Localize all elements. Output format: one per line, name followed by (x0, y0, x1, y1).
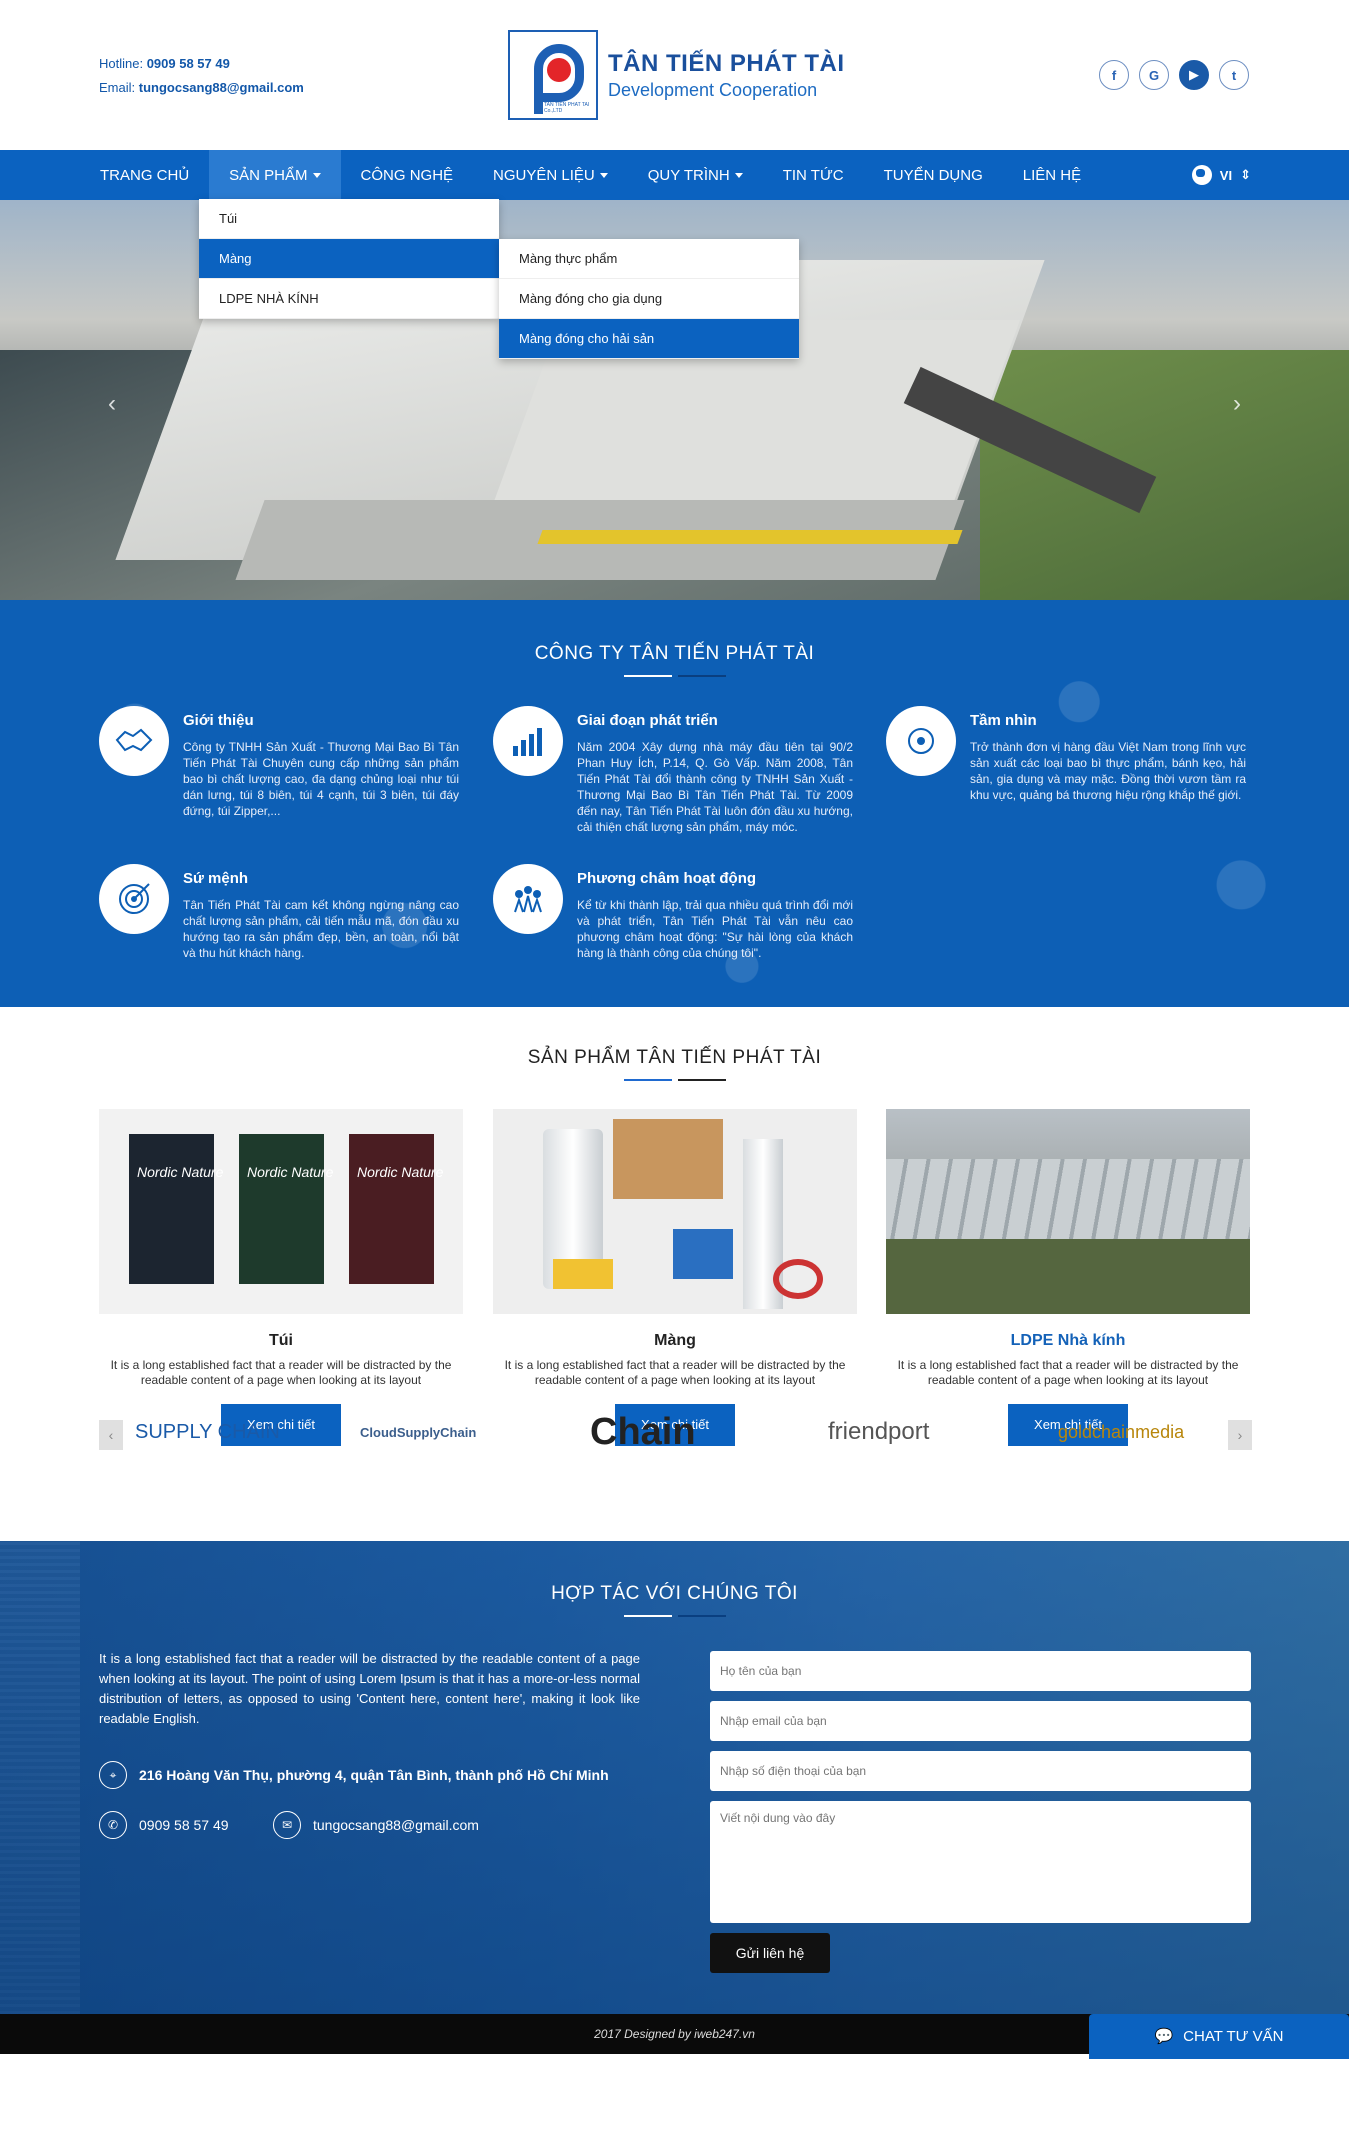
contact-form: Gửi liên hệ (710, 1651, 1251, 1973)
logo-mark: TAN TIEN PHAT TAI Co.,LTD (508, 30, 598, 120)
partner-logo-goldchainmedia[interactable]: goldchainmedia (1058, 1397, 1184, 1467)
products-section: SẢN PHẨM TÂN TIẾN PHÁT TÀI Nordic Nature… (0, 1007, 1349, 1446)
chat-button[interactable]: 💬 CHAT TƯ VẤN (1089, 2014, 1349, 2059)
site-footer: 2017 Designed by iweb247.vn 💬 CHAT TƯ VẤ… (0, 2014, 1349, 2059)
about-motto: Phương châm hoạt động Kể từ khi thành lập… (493, 864, 853, 961)
slider-prev-icon[interactable]: ‹ (108, 390, 116, 418)
hotline-number[interactable]: 0909 58 57 49 (147, 56, 230, 71)
about-section: CÔNG TY TÂN TIẾN PHÁT TÀI Giới thiệu Công… (0, 600, 1349, 1007)
team-icon (493, 864, 563, 934)
subdropdown-item-food[interactable]: Màng thực phẩm (499, 239, 799, 279)
envelope-icon: ✉ (273, 1811, 301, 1839)
vision-icon (886, 706, 956, 776)
header-contact: Hotline: 0909 58 57 49 Email: tungocsang… (99, 56, 304, 95)
google-icon[interactable]: G (1139, 60, 1169, 90)
facebook-icon[interactable]: f (1099, 60, 1129, 90)
footer-credit: 2017 Designed by iweb247.vn (594, 2027, 755, 2041)
language-selector[interactable]: VI ⇕ (1191, 165, 1251, 185)
site-logo[interactable]: TAN TIEN PHAT TAI Co.,LTD TÂN TIẾN PHÁT … (508, 30, 845, 120)
products-dropdown: Túi Màng LDPE NHÀ KÍNH (199, 199, 499, 319)
twitter-icon[interactable]: t (1219, 60, 1249, 90)
nav-home[interactable]: TRANG CHỦ (80, 150, 209, 200)
mang-subdropdown: Màng thực phẩm Màng đóng cho gia dụng Mà… (499, 239, 799, 359)
product-name[interactable]: LDPE Nhà kính (886, 1332, 1250, 1350)
handshake-icon (99, 706, 169, 776)
product-image[interactable] (493, 1109, 857, 1314)
about-vision: Tầm nhìn Trở thành đơn vị hàng đầu Việt N… (886, 706, 1246, 803)
contact-section: HỢP TÁC VỚI CHÚNG TÔI It is a long estab… (0, 1541, 1349, 2014)
partner-logo-friendport[interactable]: friendport (828, 1397, 929, 1467)
phone-icon: ✆ (99, 1811, 127, 1839)
dropdown-item-ldpe[interactable]: LDPE NHÀ KÍNH (199, 279, 499, 319)
carousel-prev-icon[interactable]: ‹ (99, 1420, 123, 1450)
caret-down-icon (312, 172, 321, 178)
phone-input[interactable] (710, 1751, 1251, 1791)
nav-careers[interactable]: TUYỂN DỤNG (864, 150, 1003, 200)
nav-materials[interactable]: NGUYÊN LIỆU (473, 150, 628, 200)
about-mission: Sứ mệnh Tân Tiến Phát Tài cam kết không n… (99, 864, 459, 961)
about-intro: Giới thiệu Công ty TNHH Sản Xuất - Thương… (99, 706, 459, 819)
location-pin-icon: ⌖ (99, 1761, 127, 1789)
nav-contact[interactable]: LIÊN HỆ (1003, 150, 1101, 200)
logo-title: TÂN TIẾN PHÁT TÀI (608, 49, 845, 77)
contact-address: ⌖ 216 Hoàng Văn Thụ, phường 4, quận Tân … (99, 1761, 609, 1789)
partner-logo-chain[interactable]: Chain (590, 1397, 696, 1467)
slider-next-icon[interactable]: › (1233, 390, 1241, 418)
partner-logo-supply-chain[interactable]: SUPPLY CHAIN (135, 1397, 280, 1467)
name-input[interactable] (710, 1651, 1251, 1691)
send-button[interactable]: Gửi liên hệ (710, 1933, 830, 1973)
partner-logo-cloudsupplychain[interactable]: CloudSupplyChain (360, 1397, 476, 1467)
carousel-next-icon[interactable]: › (1228, 1420, 1252, 1450)
nav-products[interactable]: SẢN PHẨM (209, 150, 341, 200)
subdropdown-item-household[interactable]: Màng đóng cho gia dụng (499, 279, 799, 319)
email-input[interactable] (710, 1701, 1251, 1741)
contact-email[interactable]: ✉ tungocsang88@gmail.com (273, 1811, 479, 1839)
nav-news[interactable]: TIN TỨC (763, 150, 864, 200)
about-development: Giai đoạn phát triển Năm 2004 Xây dựng nh… (493, 706, 853, 835)
caret-down-icon (599, 172, 608, 178)
product-name[interactable]: Màng (493, 1332, 857, 1350)
partners-carousel: ‹ SUPPLY CHAIN CloudSupplyChain Chain fr… (0, 1357, 1349, 1541)
social-links: f G ▶ t (1099, 60, 1249, 90)
message-textarea[interactable] (710, 1801, 1251, 1923)
growth-chart-icon (493, 706, 563, 776)
subdropdown-item-seafood[interactable]: Màng đóng cho hải sản (499, 319, 799, 359)
youtube-icon[interactable]: ▶ (1179, 60, 1209, 90)
nav-technology[interactable]: CÔNG NGHỆ (341, 150, 474, 200)
contact-description: It is a long established fact that a rea… (99, 1651, 640, 1726)
main-nav: TRANG CHỦ SẢN PHẨM CÔNG NGHỆ NGUYÊN LIỆU… (0, 150, 1349, 200)
product-image[interactable]: Nordic Nature Nordic Nature Nordic Natur… (99, 1109, 463, 1314)
target-icon (99, 864, 169, 934)
contact-phone[interactable]: ✆ 0909 58 57 49 (99, 1811, 229, 1839)
product-name[interactable]: Túi (99, 1332, 463, 1350)
logo-subtitle: Development Cooperation (608, 79, 818, 100)
products-title: SẢN PHẨM TÂN TIẾN PHÁT TÀI (0, 1007, 1349, 1081)
header-email[interactable]: tungocsang88@gmail.com (139, 80, 304, 95)
globe-icon (1191, 165, 1212, 185)
dropdown-item-tui[interactable]: Túi (199, 199, 499, 239)
contact-title: HỢP TÁC VỚI CHÚNG TÔI (0, 1541, 1349, 1617)
sort-icon: ⇕ (1240, 167, 1251, 182)
caret-down-icon (734, 172, 743, 178)
site-header: Hotline: 0909 58 57 49 Email: tungocsang… (0, 0, 1349, 150)
nav-process[interactable]: QUY TRÌNH (628, 150, 763, 200)
chat-bubble-icon: 💬 (1154, 2027, 1174, 2045)
product-image[interactable] (886, 1109, 1250, 1314)
dropdown-item-mang[interactable]: Màng (199, 239, 499, 279)
